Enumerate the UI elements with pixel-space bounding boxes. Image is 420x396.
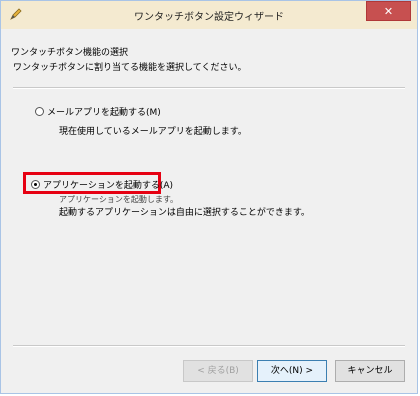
option-mail-description: 現在使用しているメールアプリを起動します。 — [59, 127, 247, 137]
option-app-radio[interactable]: アプリケーションを起動する(A) — [31, 178, 173, 191]
title-bar: ワンタッチボタン設定ウィザード ✕ — [1, 1, 417, 29]
back-button[interactable]: < 戻る(B) — [183, 360, 253, 382]
close-button[interactable]: ✕ — [366, 1, 411, 21]
option-mail-label: メールアプリを起動する(M) — [47, 108, 161, 118]
radio-app[interactable] — [31, 180, 40, 189]
option-app-description-2: 起動するアプリケーションは自由に選択することができます。 — [59, 208, 310, 218]
window-title: ワンタッチボタン設定ウィザード — [134, 12, 284, 23]
cancel-button[interactable]: キャンセル — [335, 360, 405, 382]
header-separator — [13, 87, 405, 89]
option-mail-radio[interactable]: メールアプリを起動する(M) — [35, 105, 161, 118]
next-button[interactable]: 次へ(N) > — [257, 360, 327, 382]
footer-separator — [13, 345, 405, 347]
section-title: ワンタッチボタン機能の選択 — [11, 48, 129, 58]
wizard-window: ワンタッチボタン設定ウィザード ✕ ワンタッチボタン機能の選択 ワンタッチボタン… — [0, 0, 418, 394]
radio-mail[interactable] — [35, 107, 44, 116]
option-app-label: アプリケーションを起動する(A) — [43, 181, 173, 191]
section-description: ワンタッチボタンに割り当てる機能を選択してください。 — [13, 63, 247, 73]
option-app-description-1: アプリケーションを起動します。 — [59, 195, 179, 204]
